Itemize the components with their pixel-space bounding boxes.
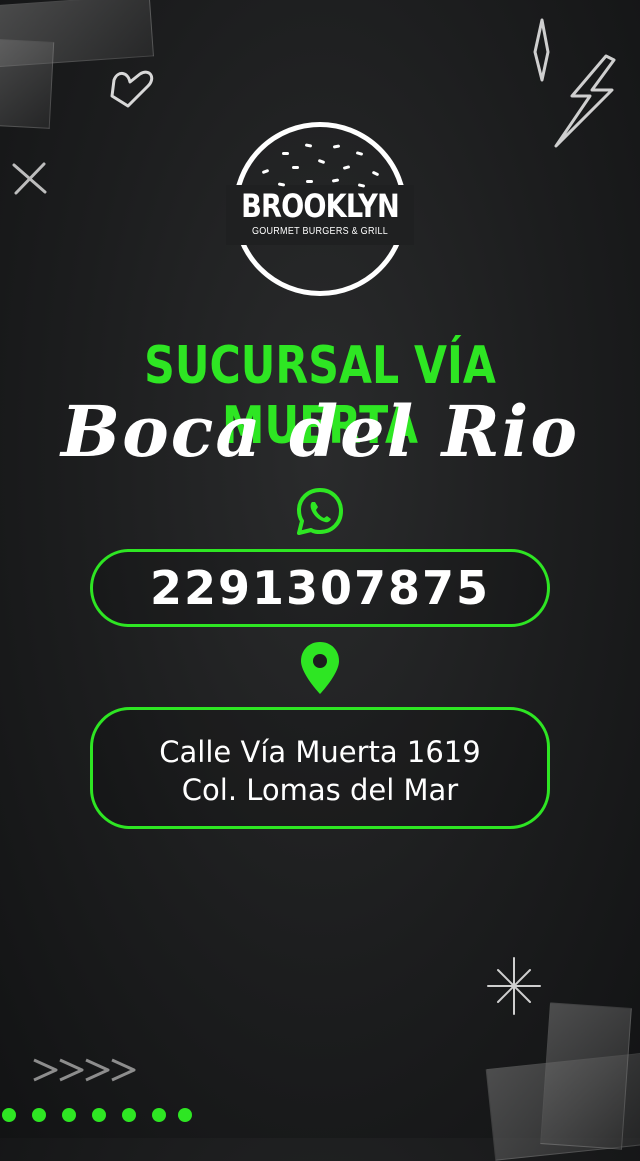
x-doodle: [12, 162, 47, 195]
sesame-seed: [282, 152, 289, 155]
decor-dot: [92, 1108, 106, 1122]
decor-dot: [122, 1108, 136, 1122]
decor-dot: [152, 1108, 166, 1122]
decor-dot: [62, 1108, 76, 1122]
heart-doodle: [110, 70, 154, 108]
sparkle-diamond-doodle: [533, 18, 550, 82]
address-line-1: Calle Vía Muerta 1619: [159, 735, 481, 769]
brand-name: BROOKLYN: [241, 187, 400, 225]
whatsapp-icon: [297, 488, 343, 535]
address-pill[interactable]: Calle Vía Muerta 1619 Col. Lomas del Mar: [90, 707, 550, 829]
phone-pill[interactable]: 2291307875: [90, 549, 550, 627]
sesame-seed: [292, 166, 299, 169]
decor-dot: [32, 1108, 46, 1122]
address-line-2: Col. Lomas del Mar: [181, 773, 459, 807]
brand-tagline: GOURMET BURGERS & GRILL: [251, 226, 389, 237]
star-doodle: [487, 957, 541, 1015]
location-script-title: Boca del Rio: [60, 390, 580, 473]
phone-number[interactable]: 2291307875: [93, 560, 547, 616]
decor-dot: [178, 1108, 192, 1122]
sesame-seed: [306, 180, 313, 183]
lightning-doodle: [554, 54, 616, 148]
decor-dot: [2, 1108, 16, 1122]
chevrons-doodle: [33, 1058, 136, 1082]
map-pin-icon: [301, 642, 339, 694]
